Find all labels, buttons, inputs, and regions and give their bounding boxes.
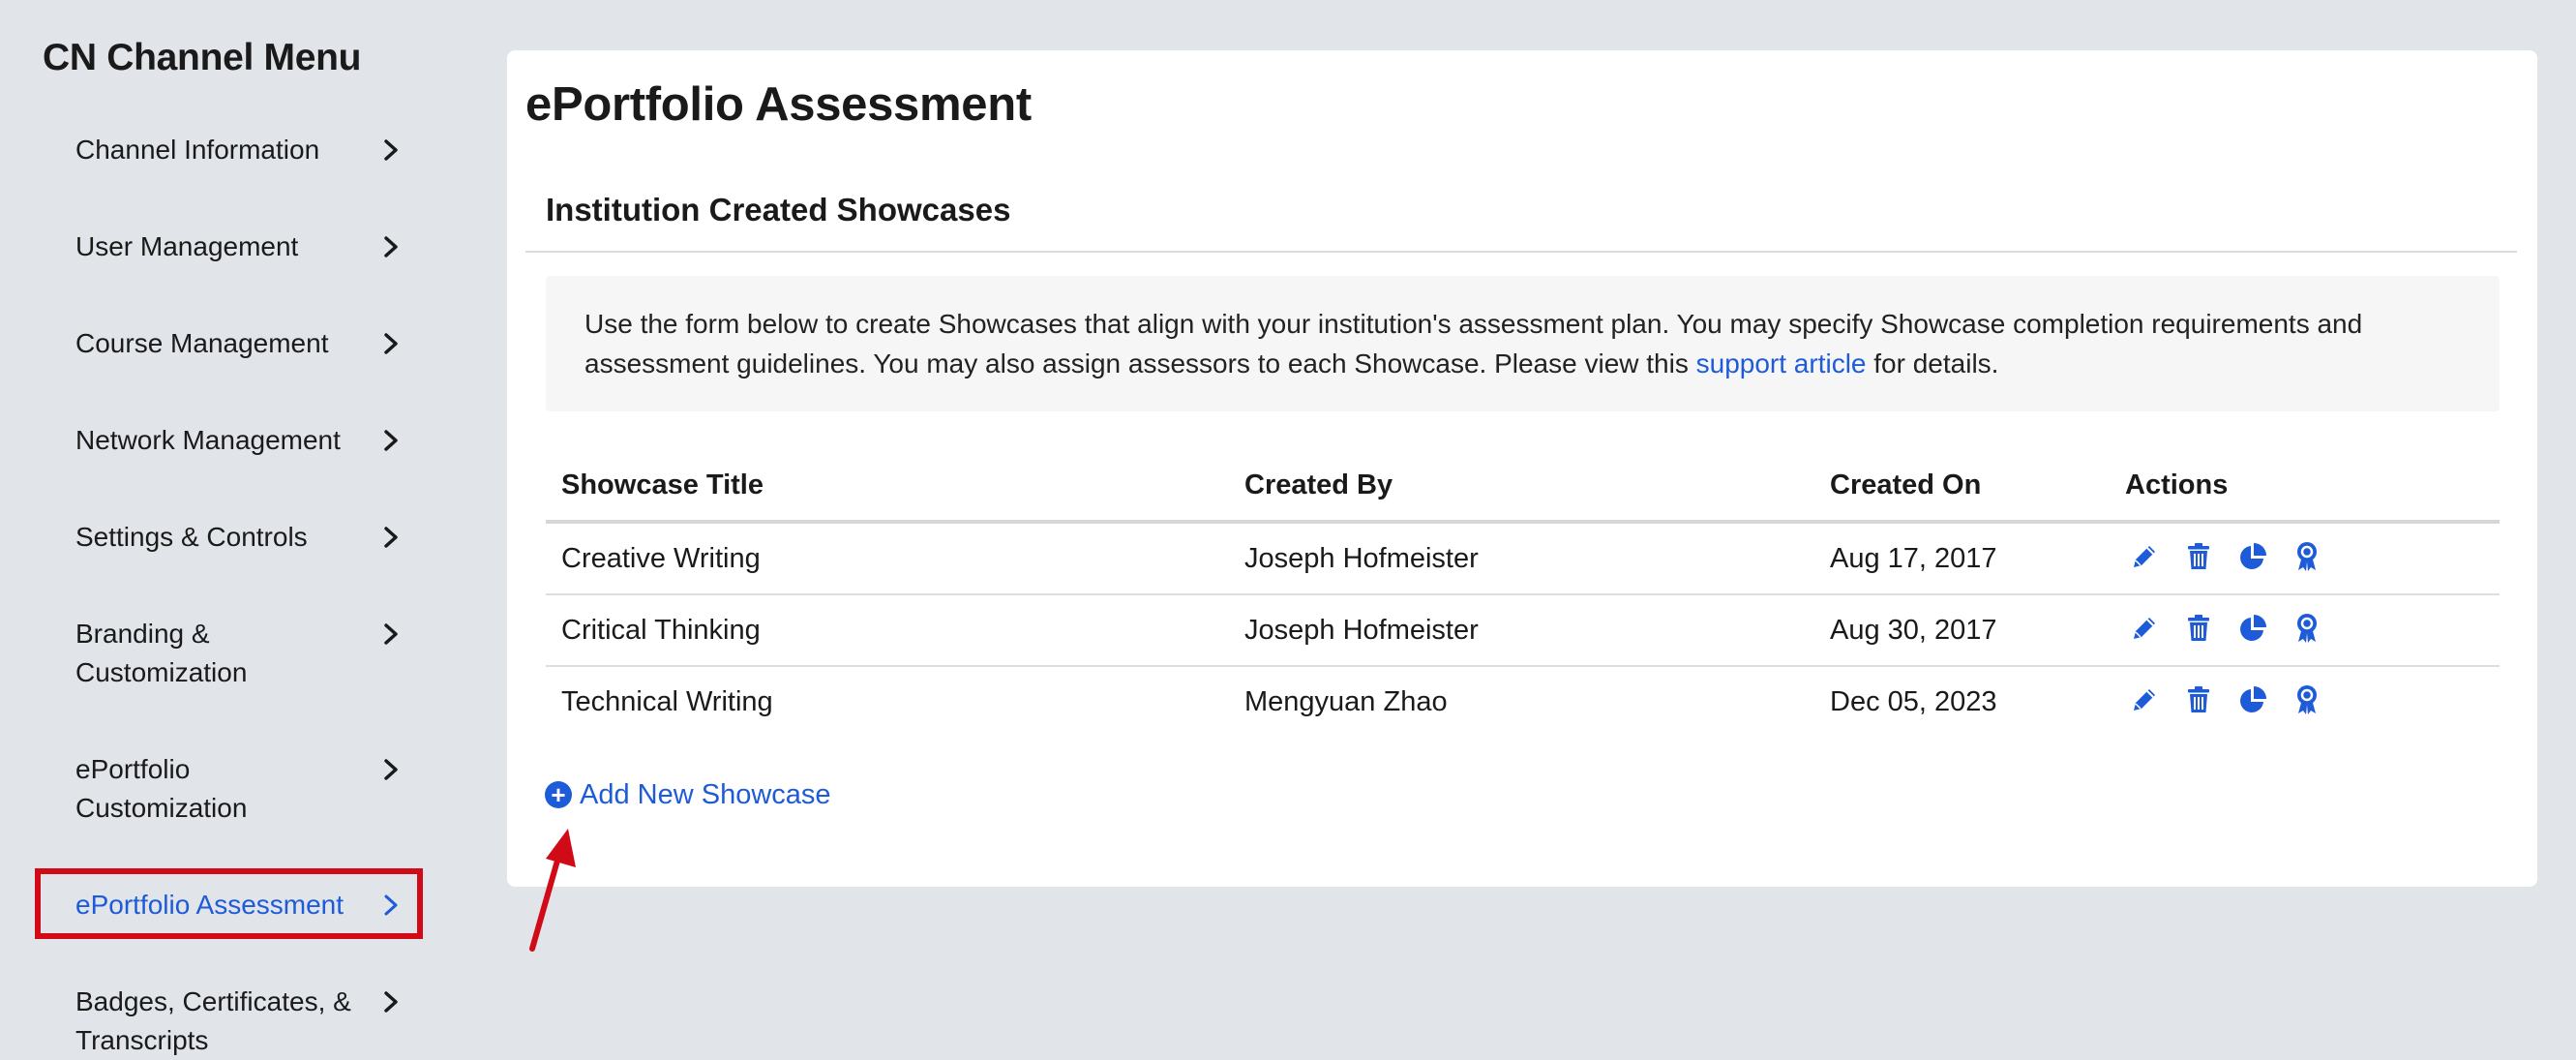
- sidebar-item-badges-certificates-transcripts[interactable]: Badges, Certificates, & Transcripts: [75, 983, 404, 1060]
- sidebar-title: CN Channel Menu: [43, 37, 362, 78]
- sidebar-item-branding-customization[interactable]: Branding & Customization: [75, 615, 404, 692]
- edit-icon[interactable]: [2127, 682, 2162, 717]
- trash-icon[interactable]: [2181, 682, 2216, 717]
- column-header-created-by[interactable]: Created By: [1244, 469, 1393, 501]
- chevron-right-icon: [379, 421, 403, 460]
- add-new-showcase-button[interactable]: + Add New Showcase: [545, 777, 831, 812]
- pie-chart-icon[interactable]: [2235, 682, 2270, 717]
- info-text-before: Use the form below to create Showcases t…: [584, 309, 2363, 379]
- created-by-cell: Joseph Hofmeister: [1244, 615, 1479, 646]
- section-title: Institution Created Showcases: [546, 192, 1011, 227]
- chevron-right-icon: [379, 750, 403, 789]
- sidebar-item-label: ePortfolio Customization: [75, 754, 248, 823]
- info-text: Use the form below to create Showcases t…: [584, 304, 2471, 383]
- created-on-cell: Aug 17, 2017: [1830, 543, 1997, 574]
- badge-icon[interactable]: [2290, 539, 2324, 574]
- row-divider: [546, 593, 2500, 595]
- badge-icon[interactable]: [2290, 611, 2324, 646]
- chevron-right-icon: [379, 227, 403, 266]
- chevron-right-icon: [379, 615, 403, 653]
- sidebar-item-course-management[interactable]: Course Management: [75, 324, 404, 363]
- edit-icon[interactable]: [2127, 539, 2162, 574]
- badge-icon[interactable]: [2290, 682, 2324, 717]
- sidebar: CN Channel Menu Channel Information User…: [0, 0, 484, 1055]
- row-divider: [546, 665, 2500, 667]
- sidebar-item-label: Network Management: [75, 425, 341, 455]
- column-header-created-on[interactable]: Created On: [1830, 469, 1981, 501]
- chevron-right-icon: [379, 131, 403, 169]
- created-on-cell: Dec 05, 2023: [1830, 686, 1997, 717]
- highlight-annotation-box: [35, 868, 423, 939]
- chevron-right-icon: [379, 518, 403, 557]
- sidebar-item-label: Badges, Certificates, & Transcripts: [75, 986, 351, 1055]
- trash-icon[interactable]: [2181, 611, 2216, 646]
- sidebar-item-label: User Management: [75, 231, 299, 261]
- row-actions: [2127, 540, 2344, 573]
- sidebar-item-label: Channel Information: [75, 135, 320, 165]
- created-on-cell: Aug 30, 2017: [1830, 615, 1997, 646]
- sidebar-item-user-management[interactable]: User Management: [75, 227, 404, 266]
- table-header-divider: [546, 520, 2500, 524]
- column-header-actions: Actions: [2125, 469, 2229, 500]
- showcase-title-cell: Critical Thinking: [561, 615, 761, 646]
- showcase-title-cell: Technical Writing: [561, 686, 773, 717]
- page-title: ePortfolio Assessment: [525, 78, 1032, 131]
- column-header-showcase-title[interactable]: Showcase Title: [561, 469, 764, 501]
- trash-icon[interactable]: [2181, 539, 2216, 574]
- plus-circle-icon: +: [545, 781, 572, 808]
- pie-chart-icon[interactable]: [2235, 539, 2270, 574]
- add-new-showcase-label: Add New Showcase: [580, 778, 831, 810]
- sidebar-item-label: Branding & Customization: [75, 619, 248, 687]
- row-actions: [2127, 612, 2344, 645]
- sidebar-item-channel-information[interactable]: Channel Information: [75, 131, 404, 169]
- sidebar-item-label: Course Management: [75, 328, 329, 358]
- sidebar-item-label: Settings & Controls: [75, 522, 308, 552]
- created-by-cell: Mengyuan Zhao: [1244, 686, 1448, 717]
- showcase-title-cell: Creative Writing: [561, 543, 761, 574]
- annotation-arrow: [529, 829, 576, 952]
- main-card: [507, 50, 2537, 887]
- edit-icon[interactable]: [2127, 611, 2162, 646]
- sidebar-item-eportfolio-customization[interactable]: ePortfolio Customization: [75, 750, 404, 828]
- row-actions: [2127, 683, 2344, 716]
- chevron-right-icon: [379, 324, 403, 363]
- pie-chart-icon[interactable]: [2235, 611, 2270, 646]
- section-divider: [525, 251, 2517, 253]
- sidebar-item-network-management[interactable]: Network Management: [75, 421, 404, 460]
- created-by-cell: Joseph Hofmeister: [1244, 543, 1479, 574]
- info-text-after: for details.: [1866, 348, 1999, 379]
- chevron-right-icon: [379, 983, 403, 1021]
- support-article-link[interactable]: support article: [1696, 348, 1867, 379]
- sidebar-item-settings-controls[interactable]: Settings & Controls: [75, 518, 404, 557]
